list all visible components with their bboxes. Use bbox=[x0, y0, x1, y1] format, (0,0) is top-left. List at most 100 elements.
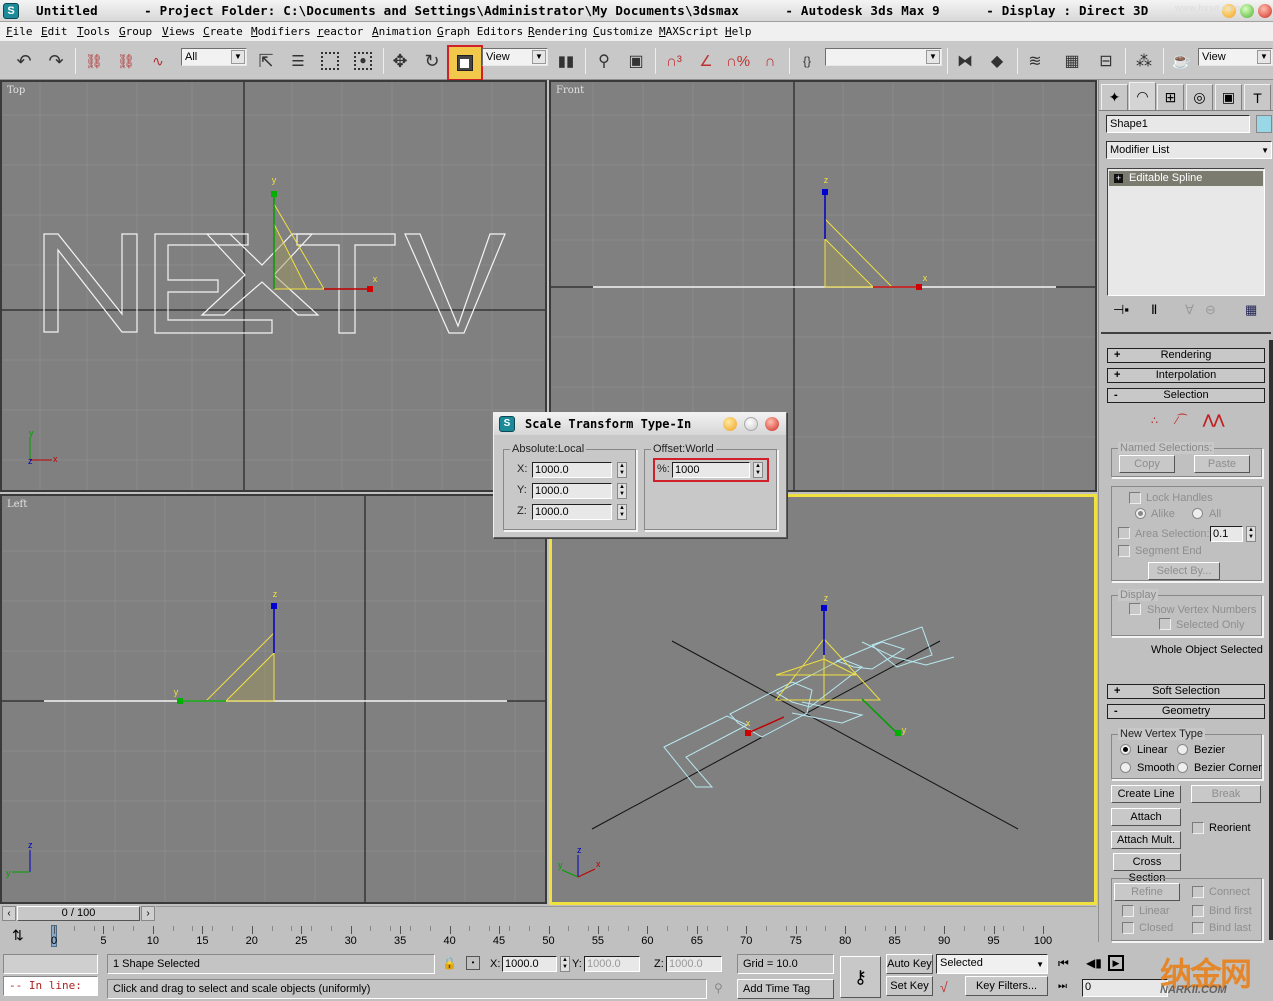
create-tab-icon[interactable]: ✦ bbox=[1101, 84, 1128, 110]
viewport-label-left[interactable]: Left bbox=[7, 499, 27, 510]
maximize-button[interactable] bbox=[1240, 4, 1254, 18]
key-filters-button[interactable]: Key Filters... bbox=[965, 976, 1048, 996]
absolute-z-spinner[interactable]: ▲ ▼ bbox=[617, 504, 627, 520]
create-line-button[interactable]: Create Line bbox=[1111, 785, 1181, 803]
display-tab-icon[interactable]: ▣ bbox=[1215, 84, 1242, 110]
track-bar[interactable]: ⇅ 0 5 10 15 20 25 30 35 40 45 50 55 60 65 70 75 80 85 90 95… bbox=[0, 923, 1098, 951]
dialog-close-button[interactable] bbox=[765, 417, 779, 431]
menu-reactor[interactable]: reactor bbox=[317, 25, 363, 38]
lock-selection-icon[interactable]: 🔒 bbox=[442, 956, 457, 970]
menu-file[interactable]: File bbox=[6, 25, 33, 38]
select-and-move-icon[interactable]: ✥ bbox=[386, 47, 414, 75]
stack-item-editable-spline[interactable]: + Editable Spline bbox=[1109, 171, 1263, 186]
play-animation-icon[interactable]: ▶ bbox=[1108, 955, 1124, 971]
selection-filter-dropdown[interactable]: All ▼ bbox=[181, 48, 247, 66]
viewport-label-top[interactable]: Top bbox=[7, 85, 25, 96]
make-unique-icon[interactable]: ∀ bbox=[1185, 302, 1194, 318]
time-slider-thumb[interactable]: 0 / 100 bbox=[17, 906, 140, 921]
show-end-result-icon[interactable]: Ⅱ bbox=[1151, 302, 1157, 318]
menu-maxscript[interactable]: MAXScript bbox=[659, 25, 719, 38]
absolute-z-input[interactable]: 1000.0 bbox=[532, 504, 612, 520]
layer-manager-icon[interactable]: ≋ bbox=[1021, 47, 1049, 75]
auto-key-button[interactable]: Auto Key bbox=[886, 954, 933, 974]
command-panel-scrollbar[interactable] bbox=[1269, 340, 1273, 940]
connect-checkbox[interactable] bbox=[1192, 886, 1204, 898]
bind-first-checkbox[interactable] bbox=[1192, 905, 1204, 917]
motion-tab-icon[interactable]: ◎ bbox=[1186, 84, 1213, 110]
set-key-mode-key-icon[interactable]: ⚷ bbox=[840, 956, 881, 998]
refine-button[interactable]: Refine bbox=[1114, 883, 1180, 901]
attach-mult-button[interactable]: Attach Mult. bbox=[1111, 831, 1181, 849]
modify-tab-icon[interactable]: ◠ bbox=[1129, 82, 1156, 110]
reorient-checkbox[interactable] bbox=[1192, 822, 1204, 834]
unlink-icon[interactable]: ⛓ bbox=[112, 47, 140, 75]
rollout-rendering[interactable]: + Rendering bbox=[1107, 348, 1265, 363]
menu-create[interactable]: Create bbox=[203, 25, 243, 38]
schematic-view-icon[interactable]: ⊟ bbox=[1092, 47, 1120, 75]
mirror-icon[interactable]: ⧓ bbox=[951, 47, 979, 75]
attach-button[interactable]: Attach bbox=[1111, 808, 1181, 826]
angle-snap-icon[interactable]: ∠ bbox=[692, 47, 720, 75]
time-slider-prev-button[interactable]: ‹ bbox=[2, 906, 16, 921]
absolute-x-spinner[interactable]: ▲ ▼ bbox=[617, 462, 627, 478]
show-vertex-numbers-checkbox[interactable] bbox=[1129, 603, 1141, 615]
pin-stack-icon[interactable]: ⊣▪ bbox=[1113, 302, 1129, 318]
break-button[interactable]: Break bbox=[1191, 785, 1261, 803]
select-and-rotate-icon[interactable]: ↻ bbox=[418, 47, 446, 75]
coord-y-input[interactable]: 1000.0 bbox=[584, 956, 640, 972]
closed-checkbox[interactable] bbox=[1122, 922, 1134, 934]
key-mode-dropdown[interactable]: Selected ▼ bbox=[936, 954, 1048, 974]
bind-last-checkbox[interactable] bbox=[1192, 922, 1204, 934]
lock-handles-checkbox[interactable] bbox=[1129, 492, 1141, 504]
keyboard-shortcut-override-icon[interactable]: ▣ bbox=[622, 47, 650, 75]
maxscript-listener-input[interactable]: -- In line: bbox=[3, 976, 98, 996]
bezier-radio[interactable] bbox=[1177, 744, 1188, 755]
mini-curve-editor-icon[interactable]: ⇅ bbox=[12, 927, 24, 944]
render-view-dropdown[interactable]: View ▼ bbox=[1198, 48, 1273, 66]
menu-views[interactable]: Views bbox=[162, 25, 195, 38]
current-frame-input[interactable]: 0 bbox=[1082, 979, 1168, 997]
alike-radio[interactable] bbox=[1135, 508, 1146, 519]
default-tangents-icon[interactable]: √ bbox=[940, 979, 948, 995]
menu-rendering[interactable]: Rendering bbox=[528, 25, 588, 38]
snap-3d-icon[interactable]: ∩³ bbox=[660, 47, 688, 75]
named-selection-set-dropdown[interactable]: ▼ bbox=[825, 48, 942, 66]
object-color-swatch[interactable] bbox=[1256, 115, 1272, 133]
app-icon[interactable]: S bbox=[3, 3, 19, 19]
select-object-icon[interactable]: ⇱ bbox=[252, 47, 280, 75]
spinner-snap-icon[interactable]: ∩ bbox=[756, 47, 784, 75]
edit-named-selection-icon[interactable]: {} bbox=[793, 47, 821, 75]
add-time-tag-button[interactable]: Add Time Tag bbox=[737, 979, 834, 999]
viewport-top[interactable]: y x y x z Top bbox=[0, 80, 547, 492]
reference-coordinate-dropdown[interactable]: View ▼ bbox=[482, 48, 548, 66]
align-icon[interactable]: ◆ bbox=[983, 47, 1011, 75]
copy-button[interactable]: Copy bbox=[1119, 455, 1175, 473]
absolute-mode-transform-icon[interactable]: • bbox=[466, 956, 480, 970]
previous-frame-icon[interactable]: ◀▮ bbox=[1086, 956, 1102, 970]
menu-graph-editors[interactable]: Graph Editors bbox=[437, 25, 523, 38]
use-pivot-center-icon[interactable]: ▮▮ bbox=[552, 47, 580, 75]
dialog-minimize-button[interactable] bbox=[723, 417, 737, 431]
curve-editor-icon[interactable]: ▦ bbox=[1058, 47, 1086, 75]
dialog-maximize-button[interactable] bbox=[744, 417, 758, 431]
select-by-name-icon[interactable]: ☰ bbox=[284, 47, 312, 75]
offset-percent-spinner[interactable]: ▲ ▼ bbox=[753, 462, 763, 478]
refine-linear-checkbox[interactable] bbox=[1122, 905, 1134, 917]
vertex-subobject-icon[interactable]: ∴ bbox=[1151, 414, 1158, 427]
coord-z-input[interactable]: 1000.0 bbox=[666, 956, 722, 972]
spline-subobject-icon[interactable]: ⋀⋀ bbox=[1203, 412, 1224, 428]
select-and-link-icon[interactable]: ⛓ bbox=[80, 47, 108, 75]
coord-x-input[interactable]: 1000.0 bbox=[502, 956, 557, 972]
select-by-button[interactable]: Select By... bbox=[1148, 562, 1220, 580]
selected-only-checkbox[interactable] bbox=[1159, 618, 1171, 630]
time-tag-icon[interactable]: ⚲ bbox=[714, 981, 723, 995]
area-selection-checkbox[interactable] bbox=[1118, 527, 1130, 539]
modifier-list-dropdown[interactable]: Modifier List ▼ bbox=[1106, 141, 1272, 159]
close-button[interactable] bbox=[1258, 4, 1272, 18]
smooth-radio[interactable] bbox=[1120, 762, 1131, 773]
time-slider-track[interactable] bbox=[156, 906, 1096, 921]
segment-end-checkbox[interactable] bbox=[1118, 545, 1130, 557]
hierarchy-tab-icon[interactable]: ⊞ bbox=[1157, 84, 1184, 110]
go-to-start-icon[interactable]: ⏮ bbox=[1058, 956, 1069, 971]
area-selection-input[interactable]: 0.1 bbox=[1210, 526, 1243, 542]
